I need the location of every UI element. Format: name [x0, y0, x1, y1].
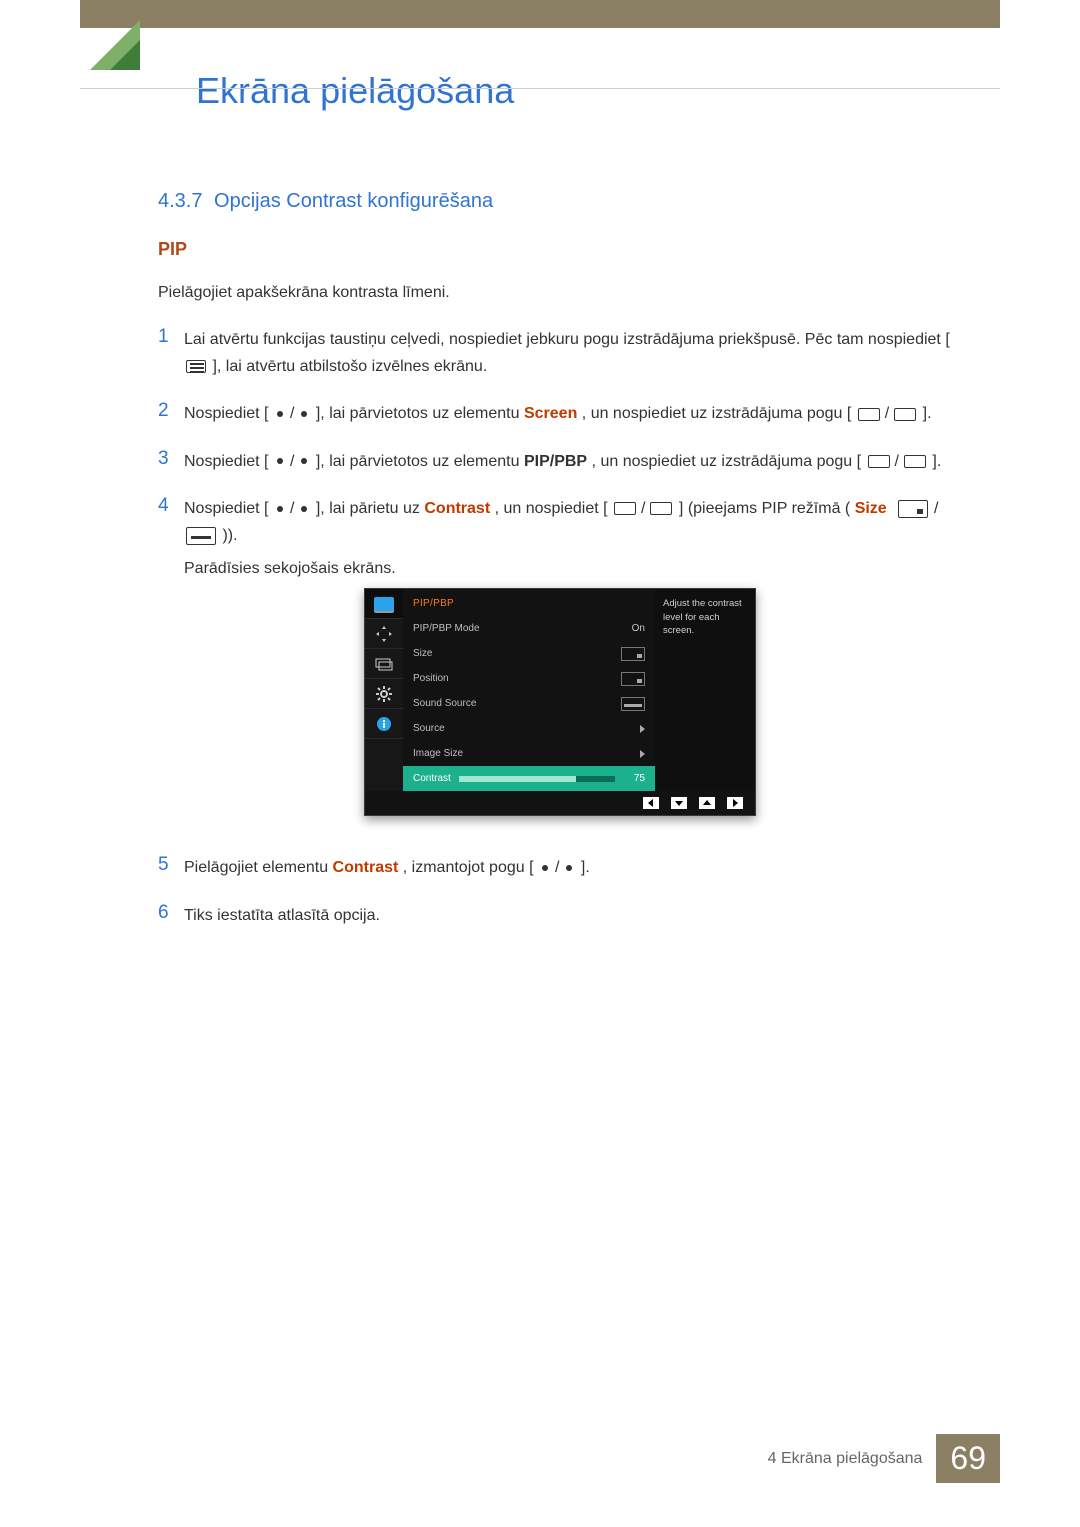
section-title: Opcijas Contrast konfigurēšana: [214, 190, 493, 212]
osd-bottom-nav: [365, 791, 755, 815]
step-number: 3: [158, 448, 184, 471]
step-number: 5: [158, 854, 184, 877]
osd-nav-picture-icon: [365, 589, 403, 619]
dot-icon: [301, 411, 307, 417]
contrast-slider-icon: [459, 776, 615, 782]
osd-title: PIP/PBP: [403, 589, 655, 616]
position-thumb-icon: [621, 672, 645, 686]
keyword-size: Size: [855, 500, 887, 517]
osd-nav-gear-icon: [365, 679, 403, 709]
keyword-contrast: Contrast: [333, 859, 399, 876]
chapter-accent-icon: [90, 14, 152, 76]
nav-right-icon: [727, 797, 743, 809]
step-number: 2: [158, 400, 184, 423]
dot-icon: [566, 865, 572, 871]
enter-icon: [650, 502, 672, 515]
section-heading: 4.3.7 Opcijas Contrast konfigurēšana: [158, 190, 968, 213]
osd-panel: PIP/PBP PIP/PBP Mode On Size: [364, 588, 756, 816]
dot-icon: [301, 458, 307, 464]
section-number: 4.3.7: [158, 190, 202, 212]
step-body: Nospiediet [ / ], lai pārvietotos uz ele…: [184, 400, 968, 427]
sound-thumb-icon: [621, 697, 645, 711]
content-area: 4.3.7 Opcijas Contrast konfigurēšana PIP…: [158, 190, 968, 949]
nav-down-icon: [671, 797, 687, 809]
nav-left-icon: [643, 797, 659, 809]
osd-nav-layers-icon: [365, 649, 403, 679]
keyword-screen: Screen: [524, 405, 577, 422]
osd-help-text: Adjust the contrast level for each scree…: [655, 589, 755, 791]
rect-icon: [858, 408, 880, 421]
header-rule: [80, 88, 1000, 89]
osd-row-sound: Sound Source: [403, 691, 655, 716]
dot-icon: [277, 458, 283, 464]
page-footer: 4 Ekrāna pielāgošana 69: [754, 1434, 1000, 1483]
size-pip-wide-icon: [186, 527, 216, 545]
dot-icon: [277, 506, 283, 512]
step-body: Tiks iestatīta atlasītā opcija.: [184, 902, 968, 929]
keyword-contrast: Contrast: [424, 500, 490, 517]
dot-icon: [301, 506, 307, 512]
size-pip-small-icon: [898, 500, 928, 518]
keyword-pippbp: PIP/PBP: [524, 453, 587, 470]
step-body: Nospiediet [ / ], lai pārietu uz Contras…: [184, 495, 968, 835]
osd-row-size: Size: [403, 641, 655, 666]
osd-row-contrast: Contrast 75: [403, 766, 655, 791]
osd-row-source: Source: [403, 716, 655, 741]
chevron-right-icon: [640, 750, 645, 758]
enter-icon: [904, 455, 926, 468]
step-body: Nospiediet [ / ], lai pārvietotos uz ele…: [184, 448, 968, 475]
osd-left-nav: [365, 589, 403, 791]
rect-icon: [868, 455, 890, 468]
pip-subheading: PIP: [158, 239, 968, 260]
osd-row-position: Position: [403, 666, 655, 691]
step-number: 6: [158, 902, 184, 925]
page-header: Ekrāna pielāgošana: [0, 36, 1080, 106]
page-number: 69: [936, 1434, 1000, 1483]
step4-subtext: Parādīsies sekojošais ekrāns.: [184, 555, 968, 582]
osd-nav-info-icon: [365, 709, 403, 739]
top-band: [80, 0, 1000, 28]
nav-up-icon: [699, 797, 715, 809]
dot-icon: [542, 865, 548, 871]
rect-icon: [614, 502, 636, 515]
enter-icon: [894, 408, 916, 421]
footer-chapter-label: 4 Ekrāna pielāgošana: [754, 1436, 937, 1482]
step-number: 4: [158, 495, 184, 518]
osd-row-mode: PIP/PBP Mode On: [403, 616, 655, 641]
intro-text: Pielāgojiet apakšekrāna kontrasta līmeni…: [158, 284, 968, 302]
chevron-right-icon: [640, 725, 645, 733]
osd-row-imagesize: Image Size: [403, 741, 655, 766]
osd-nav-move-icon: [365, 619, 403, 649]
osd-screenshot: PIP/PBP PIP/PBP Mode On Size: [364, 588, 756, 816]
step-list: 1 Lai atvērtu funkcijas taustiņu ceļvedi…: [158, 326, 968, 929]
step-body: Lai atvērtu funkcijas taustiņu ceļvedi, …: [184, 326, 968, 380]
menu-button-icon: [186, 360, 206, 373]
step-number: 1: [158, 326, 184, 349]
osd-body: PIP/PBP PIP/PBP Mode On Size: [403, 589, 655, 791]
chapter-title: Ekrāna pielāgošana: [196, 70, 514, 112]
step-body: Pielāgojiet elementu Contrast , izmantoj…: [184, 854, 968, 881]
size-thumb-icon: [621, 647, 645, 661]
dot-icon: [277, 411, 283, 417]
